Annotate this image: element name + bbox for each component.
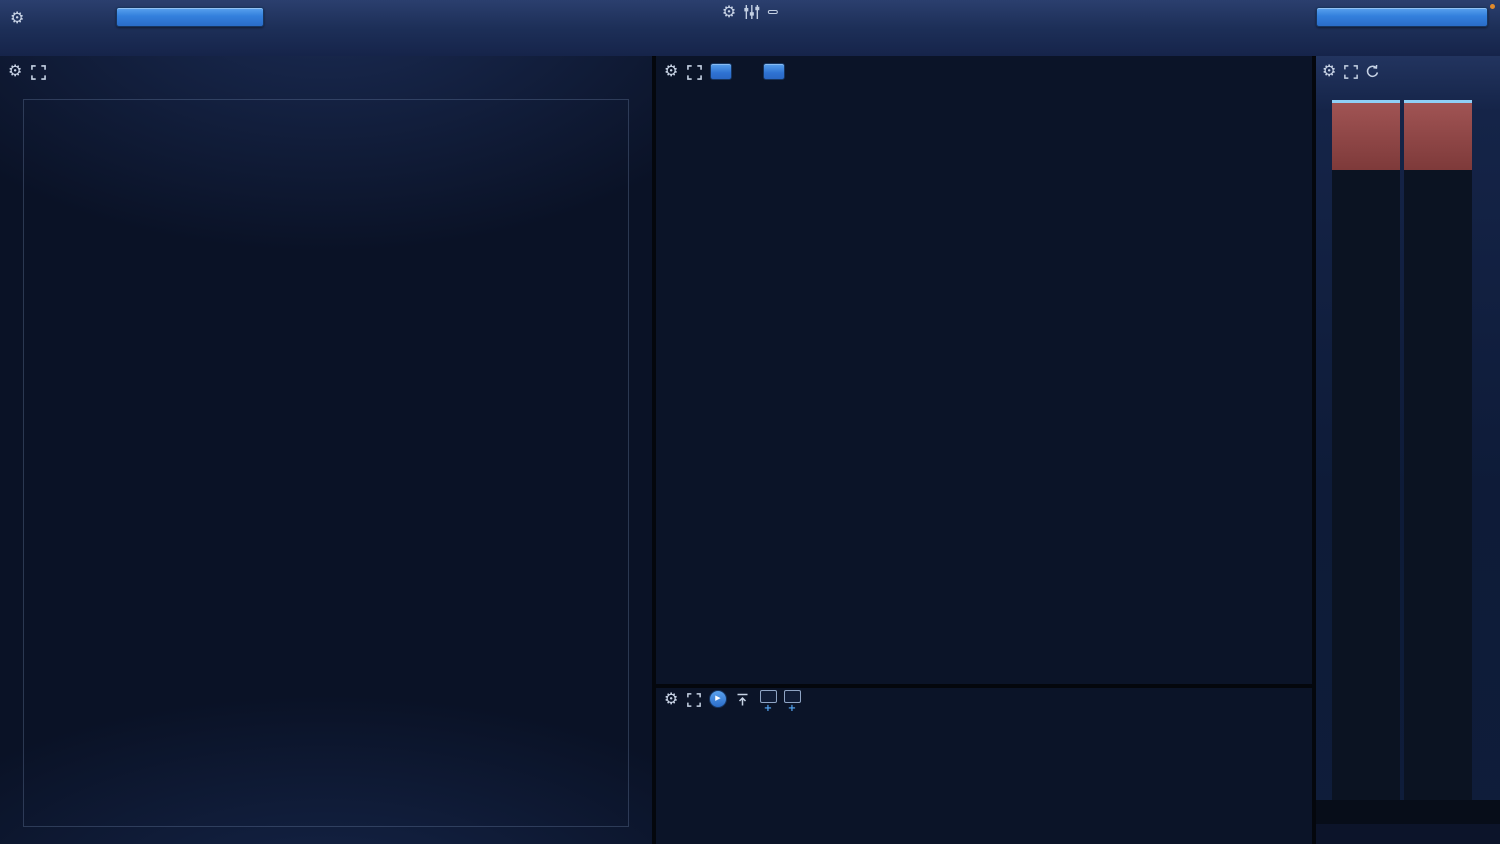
magnitude-settings-gear-icon[interactable]: ⚙ [664, 691, 678, 707]
rms-meter-right-current-line [1404, 100, 1472, 103]
spatial-settings-gear-icon[interactable]: ⚙ [8, 63, 22, 79]
top-bar: ⚙ ⚙ [0, 0, 1500, 57]
spectrum-slot-1-add-icon[interactable]: + [764, 704, 772, 714]
rms-meter-left-over-zone [1332, 100, 1400, 170]
spatial-fullscreen-icon[interactable] [31, 65, 46, 80]
magnitude-fullscreen-icon[interactable] [687, 693, 701, 707]
analyzer-window: ⚙ ⚙ ⚙ ⚙ ⚙ ▶ + + ⚙ [0, 0, 1500, 844]
spectrogram-view-2-button[interactable] [763, 63, 786, 80]
layout-preset-button[interactable] [1316, 7, 1488, 27]
activity-indicator [1490, 4, 1495, 9]
rms-meter-left [1332, 100, 1400, 800]
spectrogram-settings-gear-icon[interactable]: ⚙ [664, 63, 678, 79]
play-icon[interactable]: ▶ [709, 690, 727, 708]
rms-meter-left-current-line [1332, 100, 1400, 103]
spectrogram-fullscreen-icon[interactable] [687, 65, 702, 80]
spatial-spectrogram-panel: ⚙ [0, 56, 652, 844]
audio-source-settings-icon[interactable]: ⚙ [10, 8, 24, 27]
top-center-group: ⚙ [722, 4, 779, 24]
rms-metering-panel: ⚙ [1316, 56, 1500, 844]
spectrum-slot-2-add-icon[interactable]: + [788, 704, 796, 714]
rms-settings-gear-icon[interactable]: ⚙ [1322, 63, 1336, 79]
rms-meter-right-over-zone [1404, 100, 1472, 170]
spectrum-slot-1[interactable]: + [758, 690, 778, 714]
analyzer-settings-gear-icon[interactable]: ⚙ [722, 4, 736, 20]
gear-icon[interactable]: ⚙ [10, 8, 24, 27]
spectrum-slot-2[interactable]: + [782, 690, 802, 714]
rms-reset-icon[interactable] [1365, 64, 1380, 79]
rms-footer [1316, 824, 1500, 844]
rms-meter-right [1404, 100, 1472, 800]
magnitude-spectrum-panel: ⚙ ▶ + + [656, 688, 1312, 844]
sliders-icon[interactable] [743, 4, 761, 20]
peak-hold-icon[interactable] [736, 693, 749, 707]
rms-fullscreen-icon[interactable] [1344, 65, 1358, 79]
spectrum-slot-1-button[interactable] [759, 690, 777, 703]
magnitude-spectrum-display[interactable] [678, 715, 1308, 828]
spectrogram-display[interactable] [678, 90, 1308, 668]
live-play-button[interactable]: ▶ [708, 690, 728, 709]
io-routing-icon[interactable] [768, 10, 779, 14]
hardware-input-button[interactable] [116, 7, 264, 27]
spectrogram-view-1-button[interactable] [710, 63, 732, 80]
spectrogram-panel: ⚙ [656, 56, 1312, 684]
spatial-spectrogram-display[interactable] [23, 99, 629, 827]
rms-bottom-strip [1316, 800, 1500, 824]
spectrum-slot-2-button[interactable] [783, 690, 801, 703]
